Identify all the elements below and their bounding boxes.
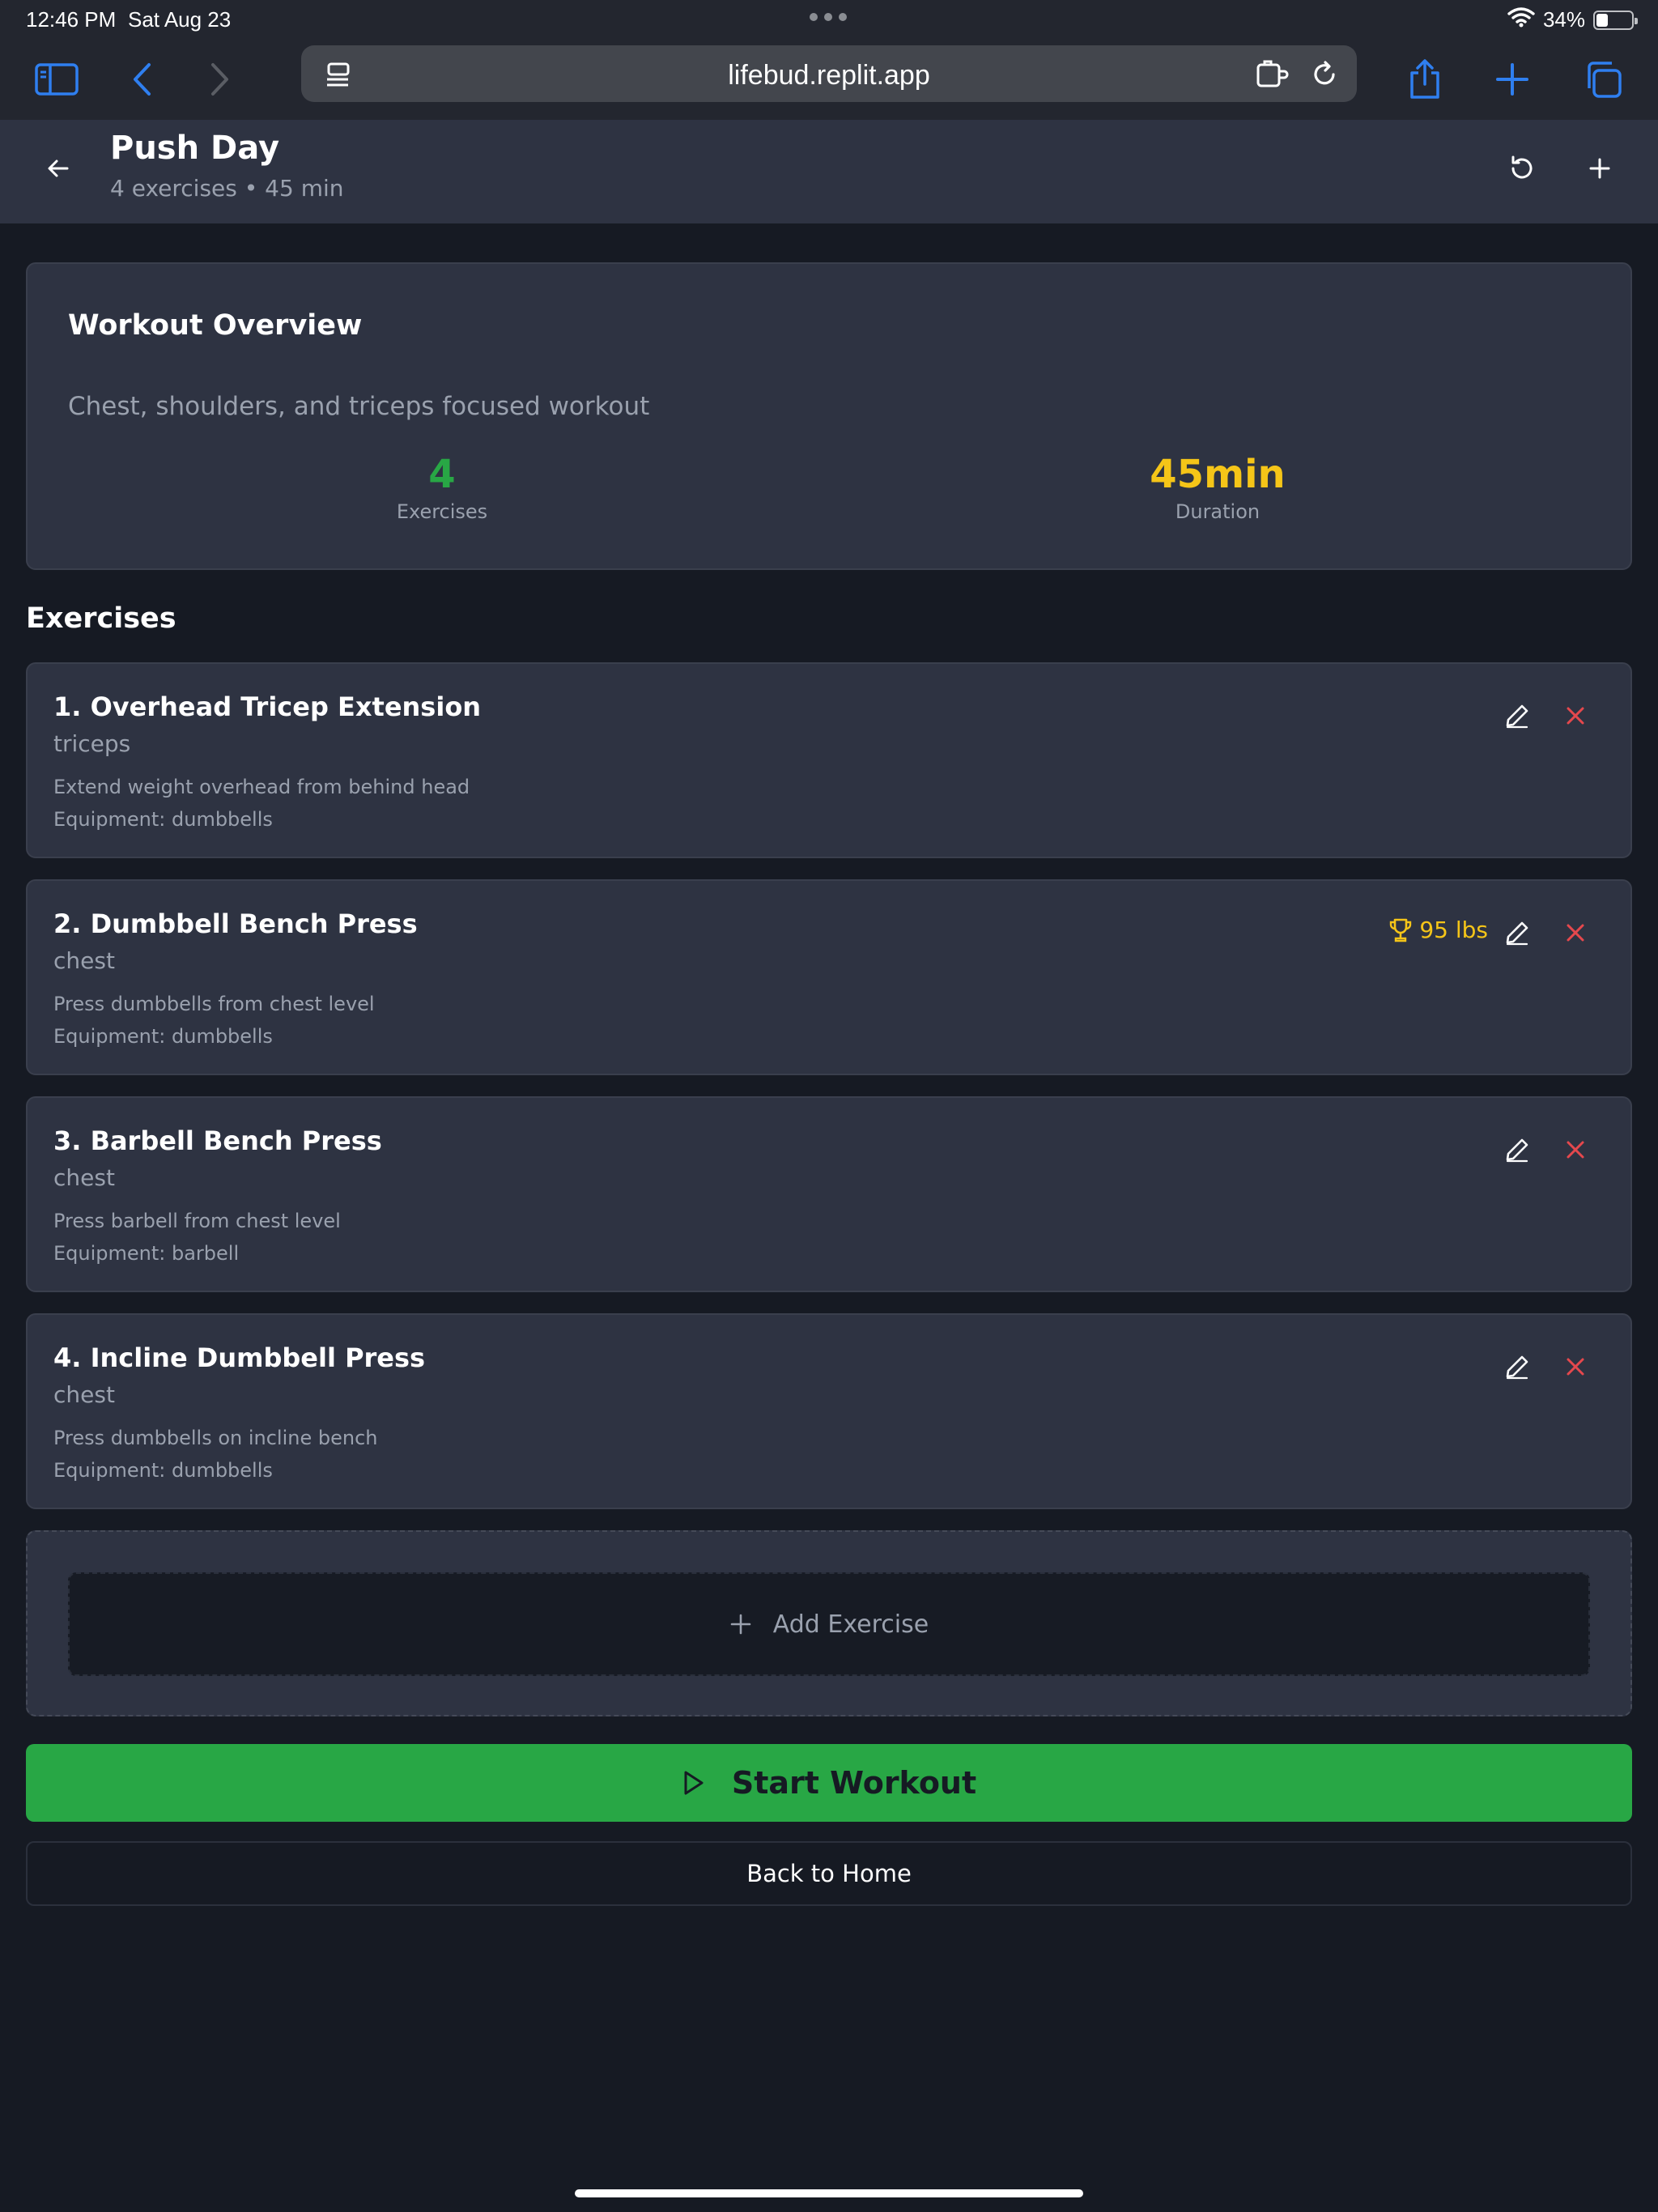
exercise-card[interactable]: 2. Dumbbell Bench Press chest Press dumb… xyxy=(26,879,1632,1075)
add-button[interactable] xyxy=(1577,146,1622,191)
stat-label: Duration xyxy=(1175,500,1261,523)
stat-exercises: 4 Exercises xyxy=(280,452,604,523)
back-to-home-label: Back to Home xyxy=(746,1860,912,1887)
trophy-icon xyxy=(1390,918,1412,942)
exercise-muscle: chest xyxy=(53,947,115,974)
exercise-muscle: chest xyxy=(53,1164,115,1191)
browser-toolbar: lifebud.replit.app xyxy=(0,39,1658,120)
stat-value: 45min xyxy=(1150,452,1286,497)
exercise-description: Press dumbbells on incline bench xyxy=(53,1427,378,1449)
back-to-home-button[interactable]: Back to Home xyxy=(26,1841,1632,1906)
home-indicator[interactable] xyxy=(575,2189,1083,2197)
exercise-muscle: chest xyxy=(53,1381,115,1408)
battery-percent: 34% xyxy=(1542,7,1585,32)
personal-record-value: 95 lbs xyxy=(1419,917,1488,943)
exercise-name: 4. Incline Dumbbell Press xyxy=(53,1342,426,1373)
exercise-description: Press barbell from chest level xyxy=(53,1210,341,1232)
forward-arrow-icon[interactable] xyxy=(194,53,246,105)
pencil-icon xyxy=(1506,1355,1528,1380)
exercise-description: Extend weight overhead from behind head xyxy=(53,776,470,798)
rotate-ccw-icon xyxy=(1511,155,1533,179)
exercise-muscle: triceps xyxy=(53,730,131,757)
exercise-description: Press dumbbells from chest level xyxy=(53,993,375,1015)
close-icon xyxy=(1567,1141,1584,1159)
share-icon[interactable] xyxy=(1399,53,1451,105)
pencil-icon xyxy=(1506,1138,1528,1163)
battery-icon xyxy=(1593,10,1638,30)
add-exercise-button[interactable]: Add Exercise xyxy=(68,1572,1590,1676)
pencil-icon xyxy=(1506,704,1528,729)
extension-icon[interactable] xyxy=(1253,55,1292,94)
reset-button[interactable] xyxy=(1499,146,1545,191)
status-date: Sat Aug 23 xyxy=(128,7,232,32)
overview-title: Workout Overview xyxy=(68,309,363,342)
workout-overview-card: Workout Overview Chest, shoulders, and t… xyxy=(26,262,1632,570)
multitasking-dots-icon[interactable] xyxy=(810,6,847,21)
delete-exercise-button[interactable] xyxy=(1556,696,1595,735)
start-workout-button[interactable]: Start Workout xyxy=(26,1744,1632,1822)
wifi-icon xyxy=(1507,6,1535,33)
delete-exercise-button[interactable] xyxy=(1556,913,1595,952)
edit-exercise-button[interactable] xyxy=(1498,696,1537,735)
stat-label: Exercises xyxy=(396,500,488,523)
delete-exercise-button[interactable] xyxy=(1556,1347,1595,1386)
status-bar: 12:46 PM Sat Aug 23 34% xyxy=(0,0,1658,39)
exercises-heading: Exercises xyxy=(26,602,176,635)
new-tab-icon[interactable] xyxy=(1486,53,1538,105)
exercise-card[interactable]: 1. Overhead Tricep Extension triceps Ext… xyxy=(26,662,1632,858)
stat-duration: 45min Duration xyxy=(1056,452,1380,523)
exercise-card[interactable]: 3. Barbell Bench Press chest Press barbe… xyxy=(26,1096,1632,1292)
status-time: 12:46 PM xyxy=(26,7,117,32)
edit-exercise-button[interactable] xyxy=(1498,1130,1537,1169)
pencil-icon xyxy=(1506,921,1528,946)
close-icon xyxy=(1567,707,1584,725)
url-text[interactable]: lifebud.replit.app xyxy=(301,60,1357,91)
start-workout-label: Start Workout xyxy=(731,1765,977,1801)
tabs-icon[interactable] xyxy=(1577,53,1629,105)
add-exercise-label: Add Exercise xyxy=(772,1610,929,1639)
arrow-left-icon xyxy=(48,160,69,177)
plus-icon xyxy=(1589,158,1610,179)
sidebar-icon[interactable] xyxy=(31,53,83,105)
exercise-name: 1. Overhead Tricep Extension xyxy=(53,691,482,722)
play-icon xyxy=(684,1771,704,1795)
edit-exercise-button[interactable] xyxy=(1498,913,1537,952)
stat-value: 4 xyxy=(428,452,456,497)
page-subtitle: 4 exercises • 45 min xyxy=(110,175,344,202)
app-header: Push Day 4 exercises • 45 min xyxy=(0,120,1658,223)
back-arrow-icon[interactable] xyxy=(116,53,168,105)
close-icon xyxy=(1567,924,1584,942)
close-icon xyxy=(1567,1358,1584,1376)
exercise-equipment: Equipment: dumbbells xyxy=(53,1459,273,1482)
overview-description: Chest, shoulders, and triceps focused wo… xyxy=(68,392,650,421)
exercise-name: 3. Barbell Bench Press xyxy=(53,1125,382,1156)
add-exercise-container: Add Exercise xyxy=(26,1530,1632,1716)
edit-exercise-button[interactable] xyxy=(1498,1347,1537,1386)
plus-icon xyxy=(730,1614,751,1635)
exercise-equipment: Equipment: dumbbells xyxy=(53,1025,273,1048)
delete-exercise-button[interactable] xyxy=(1556,1130,1595,1169)
back-button[interactable] xyxy=(36,146,81,191)
page-title: Push Day xyxy=(110,130,280,167)
personal-record-badge: 95 lbs xyxy=(1388,917,1488,943)
address-bar[interactable]: lifebud.replit.app xyxy=(301,45,1357,102)
exercise-equipment: Equipment: dumbbells xyxy=(53,808,273,831)
exercise-equipment: Equipment: barbell xyxy=(53,1242,240,1265)
exercise-name: 2. Dumbbell Bench Press xyxy=(53,908,418,939)
exercise-card[interactable]: 4. Incline Dumbbell Press chest Press du… xyxy=(26,1313,1632,1509)
reload-icon[interactable] xyxy=(1305,55,1344,94)
